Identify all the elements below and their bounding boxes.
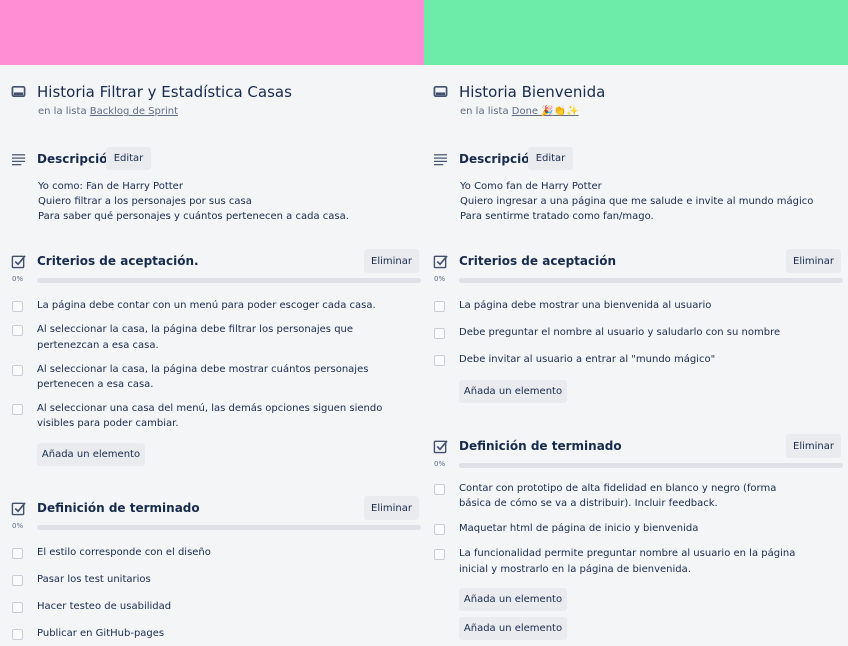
progress-bar <box>459 278 843 283</box>
card-0: Historia Filtrar y Estadística Casas en l… <box>0 65 424 646</box>
checklist-item-checkbox[interactable] <box>434 484 445 495</box>
checklist-item-text[interactable]: La página debe contar con un menú para p… <box>37 298 376 314</box>
checklist-item-text[interactable]: Hacer testeo de usabilidad <box>37 599 171 615</box>
list-prefix: en la lista <box>38 106 87 117</box>
checklist-icon <box>11 501 26 516</box>
card-title[interactable]: Historia Filtrar y Estadística Casas <box>37 83 292 101</box>
description-icon <box>11 152 26 167</box>
checklist-item-checkbox[interactable] <box>12 575 23 586</box>
checklist-item-checkbox[interactable] <box>434 328 445 339</box>
checklist-item-text[interactable]: Debe invitar al usuario a entrar al "mun… <box>459 352 715 368</box>
checklist-icon <box>433 254 448 269</box>
checklist-title[interactable]: Definición de terminado <box>459 439 622 453</box>
checklist-item-text[interactable]: Al seleccionar una casa del menú, las de… <box>37 401 382 417</box>
description-text[interactable]: Yo como: Fan de Harry Potter Quiero filtr… <box>38 179 349 224</box>
delete-checklist-button[interactable]: Eliminar <box>364 249 419 273</box>
checklist-item-checkbox[interactable] <box>12 629 23 640</box>
checklist-item-text[interactable]: Al seleccionar la casa, la página debe f… <box>37 322 353 338</box>
checklist-item-text[interactable]: visibles para poder cambiar. <box>37 416 179 432</box>
delete-checklist-button[interactable]: Eliminar <box>786 434 841 458</box>
list-link[interactable]: Done 🎉👏✨ <box>512 106 579 117</box>
list-link[interactable]: Backlog de Sprint <box>90 106 178 117</box>
card-title[interactable]: Historia Bienvenida <box>459 83 605 101</box>
checklist-item-text[interactable]: La funcionalidad permite preguntar nombr… <box>459 546 795 562</box>
list-prefix: en la lista <box>460 106 509 117</box>
description-line: Quiero ingresar a una página que me salu… <box>460 196 814 207</box>
checklist-item-text[interactable]: Al seleccionar la casa, la página debe m… <box>37 362 368 378</box>
checklist-item-text[interactable]: básica de cómo se va a distribuir). Incl… <box>459 496 718 512</box>
delete-checklist-button[interactable]: Eliminar <box>786 249 841 273</box>
card-icon <box>11 84 26 99</box>
checklist-item-text[interactable]: pertenecen a esa casa. <box>37 377 153 393</box>
checklist-item-checkbox[interactable] <box>12 602 23 613</box>
checklist-item-checkbox[interactable] <box>12 325 23 336</box>
checklist-title[interactable]: Criterios de aceptación <box>459 254 616 268</box>
checklist-item-text[interactable]: Maquetar html de página de inicio y bien… <box>459 521 698 537</box>
checklist-item-text[interactable]: Pasar los test unitarios <box>37 572 151 588</box>
list-info: en la lista Backlog de Sprint <box>38 106 178 117</box>
description-line: Para sentirme tratado como fan/mago. <box>460 211 654 222</box>
card-1: Historia Bienvenida en la lista Done 🎉👏✨ D… <box>422 65 846 646</box>
description-icon <box>433 152 448 167</box>
checklist-item-text[interactable]: La página debe mostrar una bienvenida al… <box>459 298 711 314</box>
checklist-item-text[interactable]: Debe preguntar el nombre al usuario y sa… <box>459 325 780 341</box>
checklist-item-text[interactable]: Contar con prototipo de alta fidelidad e… <box>459 481 776 497</box>
description-line: Yo como: Fan de Harry Potter <box>38 181 183 192</box>
checklist-item-text[interactable]: inicial y mostrarlo en la página de bien… <box>459 562 691 578</box>
description-line: Yo Como fan de Harry Potter <box>460 181 602 192</box>
checklist-item-checkbox[interactable] <box>434 301 445 312</box>
delete-checklist-button[interactable]: Eliminar <box>364 496 419 520</box>
checklist-icon <box>11 254 26 269</box>
progress-label: 0% <box>12 522 24 530</box>
add-item-button[interactable]: Añada un elemento <box>459 380 567 403</box>
progress-label: 0% <box>434 460 446 468</box>
description-heading: Descripción <box>37 152 116 166</box>
description-line: Para saber qué personajes y cuántos pert… <box>38 211 349 222</box>
card-cover-left <box>0 0 424 65</box>
edit-description-button[interactable]: Editar <box>528 147 573 170</box>
list-info: en la lista Done 🎉👏✨ <box>460 106 579 117</box>
progress-bar <box>37 278 421 283</box>
checklist-item-checkbox[interactable] <box>12 301 23 312</box>
checklist-item-checkbox[interactable] <box>434 524 445 535</box>
description-text[interactable]: Yo Como fan de Harry Potter Quiero ingres… <box>460 179 813 224</box>
description-heading: Descripción <box>459 152 538 166</box>
checklist-item-checkbox[interactable] <box>12 365 23 376</box>
edit-description-button[interactable]: Editar <box>106 147 151 170</box>
checklist-item-text[interactable]: pertenezcan a esa casa. <box>37 338 159 354</box>
card-cover-right <box>424 0 848 65</box>
progress-bar <box>37 525 421 530</box>
checklist-title[interactable]: Definición de terminado <box>37 501 200 515</box>
checklist-item-text[interactable]: El estilo corresponde con el diseño <box>37 545 211 561</box>
progress-bar <box>459 463 843 468</box>
checklist-icon <box>433 439 448 454</box>
checklist-item-checkbox[interactable] <box>12 548 23 559</box>
checklist-title[interactable]: Criterios de aceptación. <box>37 254 199 268</box>
checklist-item-checkbox[interactable] <box>434 549 445 560</box>
checklist-item-checkbox[interactable] <box>12 404 23 415</box>
add-item-button[interactable]: Añada un elemento <box>37 443 145 466</box>
progress-label: 0% <box>12 275 24 283</box>
add-item-button[interactable]: Añada un elemento <box>459 617 567 640</box>
description-line: Quiero filtrar a los personajes por sus … <box>38 196 252 207</box>
checklist-item-checkbox[interactable] <box>434 355 445 366</box>
progress-label: 0% <box>434 275 446 283</box>
checklist-item-text[interactable]: Publicar en GitHub-pages <box>37 626 164 642</box>
add-item-button[interactable]: Añada un elemento <box>459 588 567 611</box>
card-icon <box>433 84 448 99</box>
